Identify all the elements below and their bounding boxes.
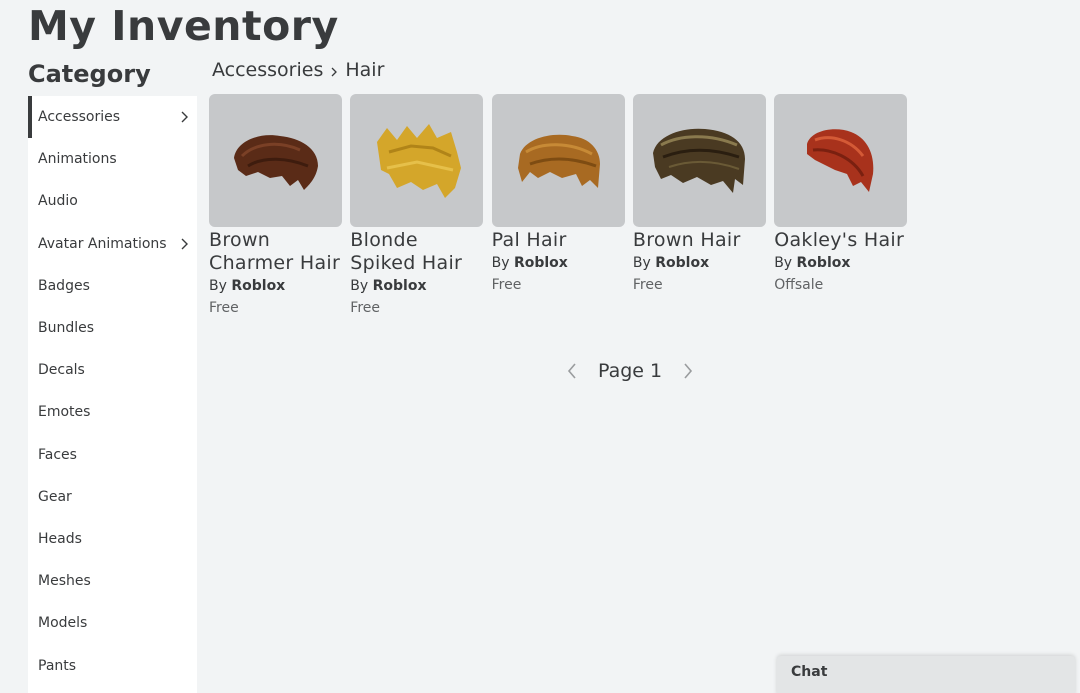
creator-link[interactable]: Roblox	[797, 255, 851, 271]
sidebar-item-label: Models	[38, 615, 88, 632]
sidebar-item-label: Decals	[38, 362, 85, 379]
item-card: Pal Hair By Roblox Free	[491, 94, 625, 318]
creator-link[interactable]: Roblox	[655, 255, 709, 271]
chevron-right-icon	[331, 67, 338, 77]
item-card: Oakley's Hair By Roblox Offsale	[774, 94, 908, 318]
sidebar-item-label: Audio	[38, 193, 78, 210]
chat-bar[interactable]: Chat	[777, 656, 1075, 693]
sidebar-item-avatar-animations[interactable]: Avatar Animations	[28, 223, 197, 265]
sidebar-item-models[interactable]: Models	[28, 602, 197, 644]
by-label: By	[350, 278, 369, 294]
item-card: Brown Charmer Hair By Roblox Free	[209, 94, 342, 318]
sidebar-item-audio[interactable]: Audio	[28, 180, 197, 222]
sidebar-item-heads[interactable]: Heads	[28, 518, 197, 560]
item-thumbnail[interactable]	[632, 94, 766, 227]
pagination: Page 1	[560, 356, 700, 386]
breadcrumb-parent-link[interactable]: Accessories	[212, 59, 323, 81]
item-thumbnail[interactable]	[774, 94, 908, 227]
item-name-link[interactable]: Pal Hair	[492, 229, 625, 252]
sidebar-item-badges[interactable]: Badges	[28, 265, 197, 307]
sidebar-item-label: Accessories	[38, 109, 121, 126]
brown-hair-icon	[653, 128, 746, 193]
item-price: Free	[209, 300, 239, 316]
item-thumbnail[interactable]	[350, 94, 484, 227]
sidebar-item-animations[interactable]: Animations	[28, 138, 197, 180]
item-creator-line: By Roblox	[350, 275, 483, 298]
creator-link[interactable]: Roblox	[514, 255, 568, 271]
item-grid: Brown Charmer Hair By Roblox Free Blonde…	[209, 94, 908, 318]
item-card: Blonde Spiked Hair By Roblox Free	[350, 94, 484, 318]
chevron-right-icon	[684, 363, 693, 379]
brown-hair-icon	[233, 134, 318, 190]
by-label: By	[209, 278, 227, 294]
sidebar-item-decals[interactable]: Decals	[28, 349, 197, 391]
item-name-link[interactable]: Blonde Spiked Hair	[350, 229, 483, 275]
chevron-right-icon	[181, 111, 188, 123]
item-creator-line: By Roblox	[633, 252, 766, 275]
item-thumbnail[interactable]	[491, 94, 625, 227]
sidebar-item-label: Meshes	[38, 573, 91, 590]
sidebar-item-faces[interactable]: Faces	[28, 434, 197, 476]
item-creator-line: By Roblox	[492, 252, 625, 275]
sidebar-item-label: Emotes	[38, 404, 91, 421]
sidebar-item-emotes[interactable]: Emotes	[28, 391, 197, 433]
sidebar-item-label: Badges	[38, 277, 90, 294]
by-label: By	[491, 255, 510, 271]
sidebar-item-label: Animations	[38, 151, 117, 168]
category-sidebar: Accessories Animations Audio Avatar Anim…	[28, 96, 197, 693]
item-price: Free	[491, 277, 522, 293]
sidebar-item-meshes[interactable]: Meshes	[28, 560, 197, 602]
creator-link[interactable]: Roblox	[373, 278, 427, 294]
sidebar-item-label: Gear	[38, 488, 72, 505]
chevron-right-icon	[181, 238, 188, 250]
blonde-hair-icon	[376, 123, 461, 198]
red-hair-icon	[806, 128, 873, 192]
chat-label: Chat	[791, 664, 828, 680]
pal-hair-icon	[518, 134, 601, 188]
item-price: Offsale	[774, 277, 824, 293]
chevron-left-icon	[567, 363, 576, 379]
item-card: Brown Hair By Roblox Free	[632, 94, 766, 318]
previous-page-button[interactable]	[560, 356, 584, 386]
sidebar-item-bundles[interactable]: Bundles	[28, 307, 197, 349]
sidebar-item-pants[interactable]: Pants	[28, 644, 197, 686]
next-page-button[interactable]	[676, 356, 700, 386]
item-price: Free	[350, 300, 381, 316]
page-title: My Inventory	[28, 2, 339, 50]
sidebar-item-label: Heads	[38, 530, 82, 547]
creator-link[interactable]: Roblox	[231, 278, 285, 294]
category-title: Category	[28, 60, 151, 88]
item-creator-line: By Roblox	[774, 252, 907, 275]
item-creator-line: By Roblox	[209, 275, 342, 298]
by-label: By	[774, 255, 793, 271]
sidebar-item-gear[interactable]: Gear	[28, 476, 197, 518]
breadcrumb: Accessories Hair	[212, 59, 384, 81]
sidebar-item-label: Pants	[38, 657, 77, 674]
sidebar-item-label: Avatar Animations	[38, 235, 167, 252]
item-name-link[interactable]: Brown Hair	[633, 229, 766, 252]
sidebar-item-accessories[interactable]: Accessories	[28, 96, 197, 139]
item-price: Free	[632, 277, 663, 293]
sidebar-item-label: Bundles	[38, 320, 95, 337]
page-indicator: Page 1	[598, 360, 663, 382]
sidebar-item-label: Faces	[38, 446, 77, 463]
item-thumbnail[interactable]	[209, 94, 342, 227]
item-name-link[interactable]: Oakley's Hair	[774, 229, 907, 252]
breadcrumb-current: Hair	[345, 59, 385, 81]
by-label: By	[632, 255, 651, 271]
item-name-link[interactable]: Brown Charmer Hair	[209, 229, 342, 275]
